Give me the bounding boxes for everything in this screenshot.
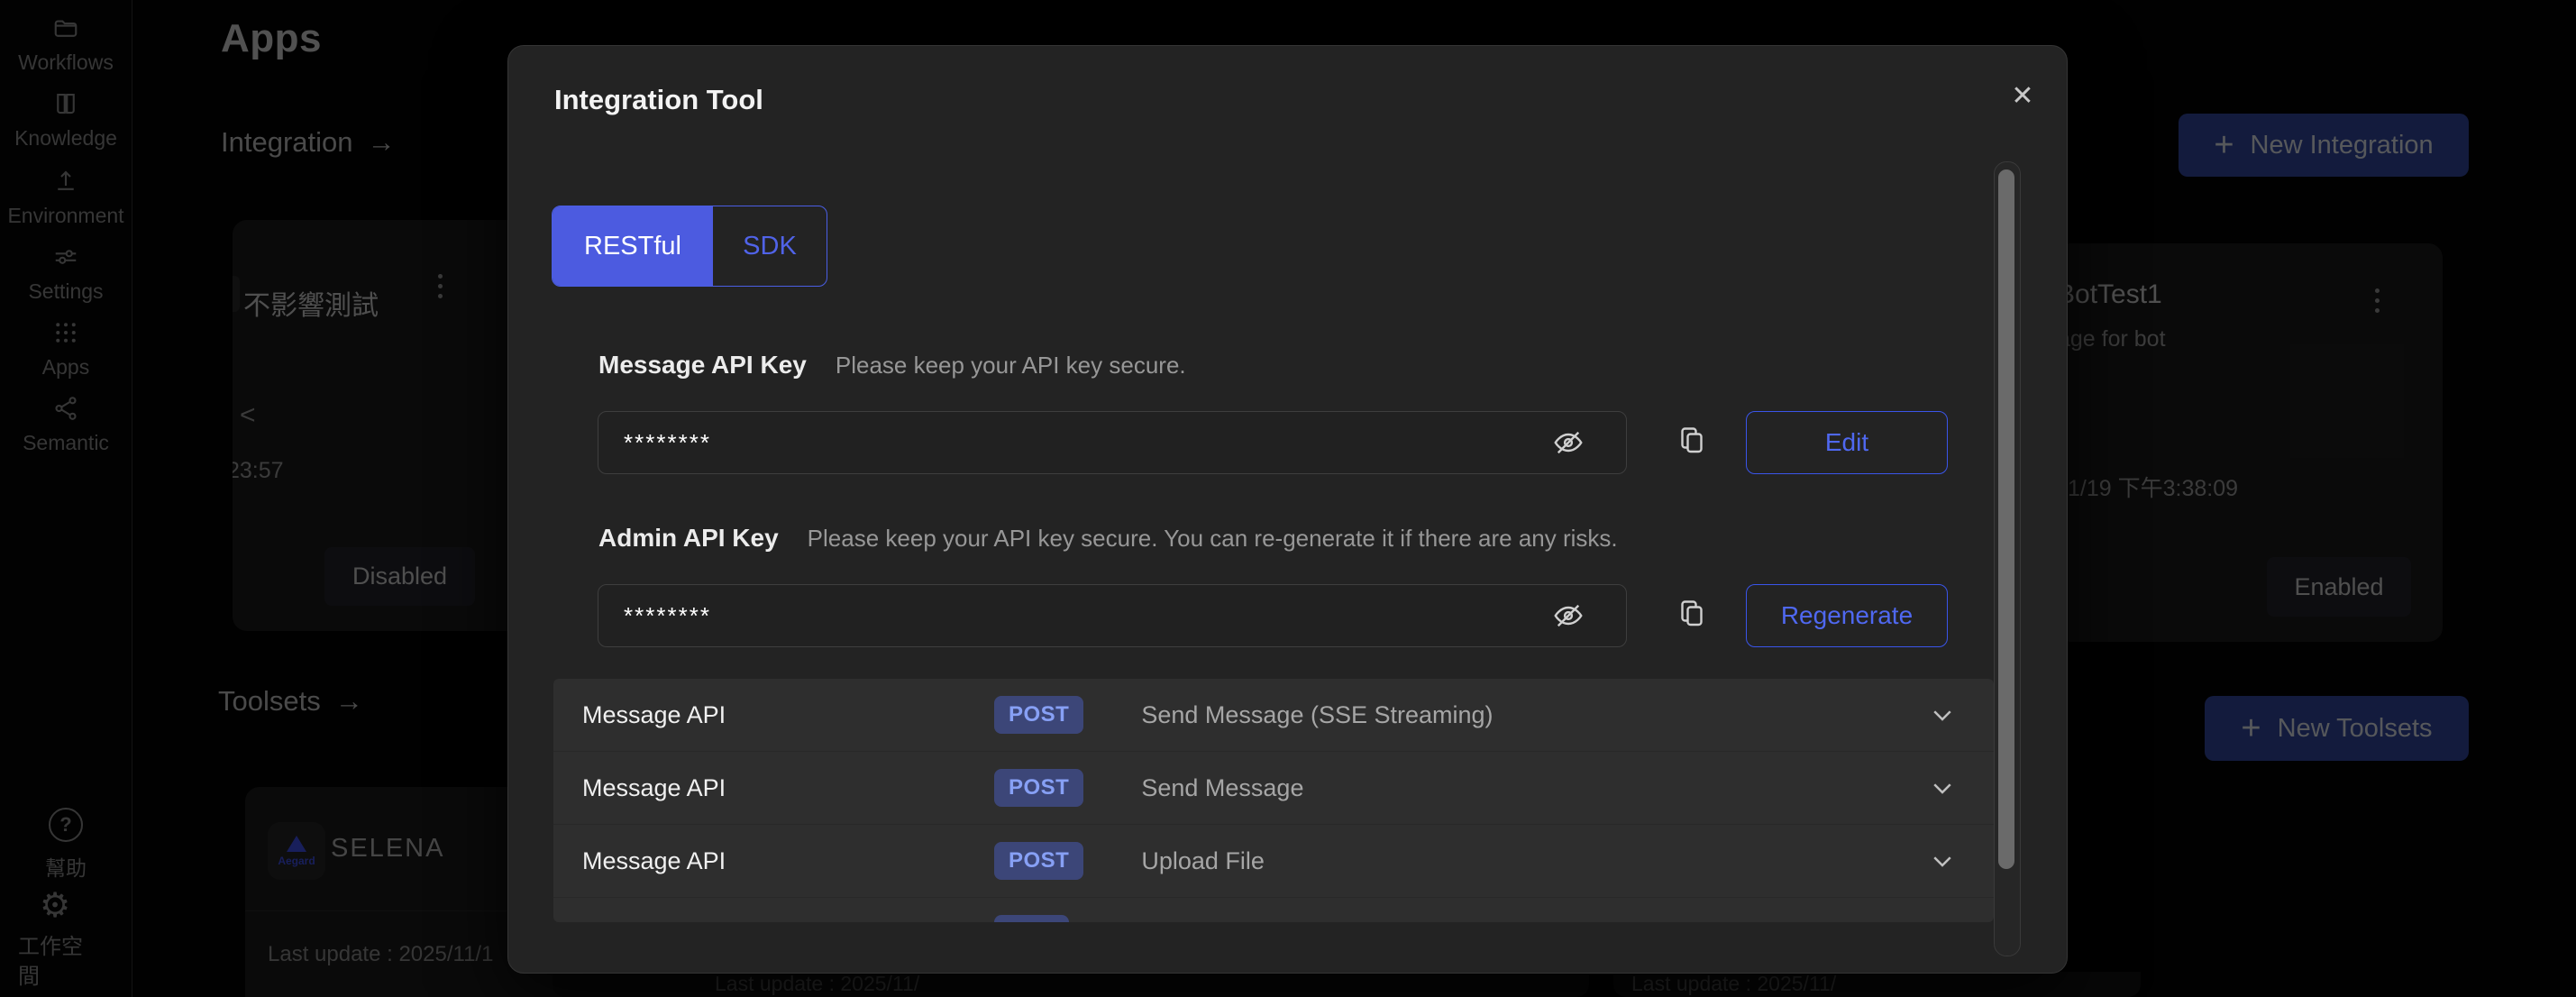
admin-api-key-header: Admin API Key Please keep your API key s… — [598, 524, 1618, 553]
method-badge: GET — [994, 915, 1069, 922]
api-name: Channel History — [1127, 920, 1300, 923]
api-group: Message API — [553, 847, 994, 875]
close-icon[interactable]: ✕ — [2000, 73, 2045, 118]
edit-button[interactable]: Edit — [1746, 411, 1948, 474]
message-api-key-header: Message API Key Please keep your API key… — [598, 351, 1186, 380]
protocol-tabs: RESTful SDK — [552, 206, 827, 287]
admin-api-key-input[interactable] — [598, 584, 1627, 647]
api-name: Upload File — [1141, 847, 1265, 875]
modal-scrollbar-thumb[interactable] — [1998, 169, 2014, 869]
copy-icon[interactable] — [1676, 425, 1708, 457]
eye-off-icon[interactable] — [1552, 426, 1585, 459]
tab-restful[interactable]: RESTful — [553, 206, 713, 286]
chevron-down-icon[interactable] — [1929, 774, 1956, 801]
message-api-key-hint: Please keep your API key secure. — [836, 352, 1186, 380]
api-row[interactable]: Message API POST Upload File — [553, 825, 1994, 898]
regenerate-button[interactable]: Regenerate — [1746, 584, 1948, 647]
modal-title: Integration Tool — [554, 84, 763, 116]
api-group: Message API — [553, 701, 994, 729]
chevron-down-icon[interactable] — [1929, 701, 1956, 728]
api-name: Send Message (SSE Streaming) — [1141, 701, 1493, 729]
method-badge: POST — [994, 769, 1083, 807]
api-endpoint-list: Message API POST Send Message (SSE Strea… — [553, 679, 1994, 922]
api-row[interactable]: Admin API GET Channel History — [553, 898, 1994, 922]
method-badge: POST — [994, 696, 1083, 734]
admin-api-key-label: Admin API Key — [598, 524, 779, 553]
api-group: Admin API — [553, 920, 994, 923]
message-api-key-label: Message API Key — [598, 351, 807, 380]
api-row[interactable]: Message API POST Send Message (SSE Strea… — [553, 679, 1994, 752]
admin-api-key-hint: Please keep your API key secure. You can… — [808, 525, 1618, 553]
eye-off-icon[interactable] — [1552, 599, 1585, 632]
tab-sdk[interactable]: SDK — [713, 206, 827, 286]
chevron-down-icon[interactable] — [1929, 847, 1956, 874]
integration-tool-modal: Integration Tool ✕ RESTful SDK Message A… — [507, 45, 2068, 974]
message-api-key-input[interactable] — [598, 411, 1627, 474]
api-row[interactable]: Message API POST Send Message — [553, 752, 1994, 825]
api-group: Message API — [553, 774, 994, 802]
app-root: Workflows Knowledge Environment Settings… — [0, 0, 2576, 997]
method-badge: POST — [994, 842, 1083, 880]
modal-scrollbar-track[interactable] — [1994, 161, 2021, 956]
copy-icon[interactable] — [1676, 598, 1708, 630]
api-name: Send Message — [1141, 774, 1303, 802]
chevron-down-icon[interactable] — [1929, 920, 1956, 922]
